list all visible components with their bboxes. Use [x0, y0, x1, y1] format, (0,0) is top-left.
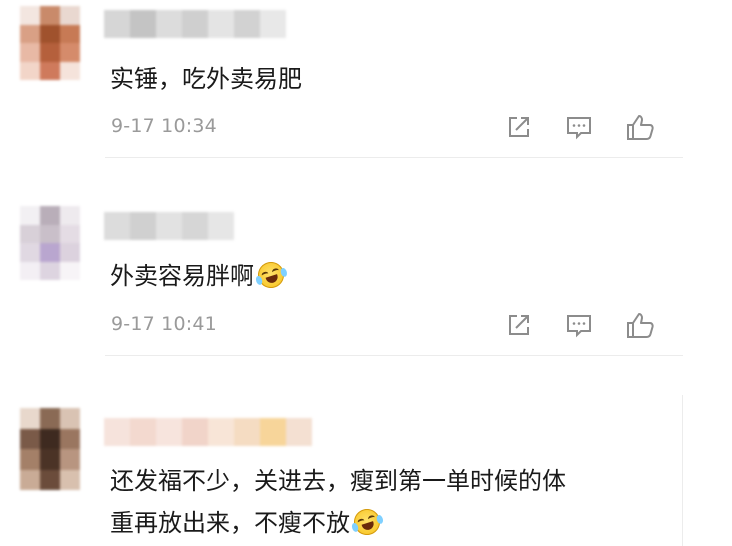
avatar[interactable] [20, 408, 80, 490]
username-blurred[interactable] [104, 10, 286, 38]
comment-timestamp: 9-17 10:41 [111, 313, 217, 335]
avatar[interactable] [20, 206, 80, 280]
username-blurred[interactable] [104, 418, 312, 446]
share-icon[interactable] [504, 112, 534, 142]
comment-text-content: 外卖容易胖啊 [110, 262, 254, 290]
divider [682, 395, 683, 546]
like-icon[interactable] [624, 309, 656, 341]
comment-text-content: 重再放出来，不瘦不放 [110, 509, 350, 537]
laugh-cry-emoji [254, 258, 289, 292]
comment-text: 外卖容易胖啊 [110, 255, 289, 297]
divider [105, 355, 683, 356]
comment-text-line: 重再放出来，不瘦不放 [110, 502, 566, 544]
comment-feed: 实锤，吃外卖易肥 9-17 10:34 外卖容易胖啊 9-17 10:41 还发… [0, 0, 732, 546]
comment-actions [504, 309, 656, 341]
comment-text: 还发福不少，关进去，瘦到第一单时候的体 重再放出来，不瘦不放 [110, 460, 566, 544]
comment-text-line: 还发福不少，关进去，瘦到第一单时候的体 [110, 467, 566, 495]
share-icon[interactable] [504, 310, 534, 340]
avatar[interactable] [20, 6, 80, 80]
like-icon[interactable] [624, 111, 656, 143]
divider [105, 157, 683, 158]
comment-timestamp: 9-17 10:34 [111, 115, 217, 137]
comment-icon[interactable] [564, 112, 594, 142]
comment-text: 实锤，吃外卖易肥 [110, 65, 302, 93]
comment-icon[interactable] [564, 310, 594, 340]
username-blurred[interactable] [104, 212, 234, 240]
comment-actions [504, 111, 656, 143]
laugh-cry-emoji [350, 505, 385, 539]
